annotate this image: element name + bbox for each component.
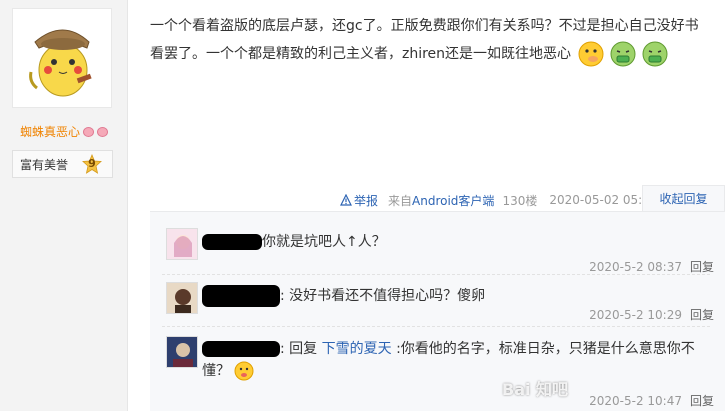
reply-avatar[interactable] — [166, 282, 198, 314]
collapse-replies-button[interactable]: 收起回复 — [642, 185, 725, 211]
user-avatar[interactable] — [12, 8, 112, 108]
report-label[interactable]: 举报 — [354, 192, 378, 209]
reply-divider — [162, 274, 710, 275]
source-prefix: 来自 — [388, 193, 413, 208]
reply-button[interactable]: 回复 — [690, 394, 714, 408]
reply-content: : 回复 下雪的夏天 :你看他的名字，标准日杂，只猪是什么意思你不懂？ — [202, 338, 712, 382]
reply-text: : 没好书看还不值得担心吗？傻卵 — [280, 288, 486, 304]
reply-item: : 回复 下雪的夏天 :你看他的名字，标准日杂，只猪是什么意思你不懂？ 2020… — [162, 336, 718, 412]
redacted-username — [202, 285, 280, 307]
report-link[interactable]: 举报 — [340, 192, 378, 209]
user-title-badge[interactable]: 富有美誉 9 — [12, 150, 113, 178]
reply-time: 2020-5-2 10:47 — [589, 394, 682, 408]
level-badge: 9 — [82, 153, 102, 174]
redacted-username — [202, 234, 262, 250]
warning-icon — [340, 194, 352, 206]
reply-text: 你就是坑吧人↑人？ — [262, 234, 386, 250]
reply-button[interactable]: 回复 — [690, 308, 714, 322]
reply-avatar[interactable] — [166, 228, 198, 260]
shush-emoji-icon — [578, 41, 603, 67]
dark-character-avatar-icon — [167, 283, 197, 313]
pig-badge-icon — [97, 126, 109, 137]
reply-target-user-link[interactable]: 下雪的夏天 — [322, 341, 392, 357]
reply-meta: 2020-5-2 10:29 回复 — [589, 306, 714, 323]
tongue-emoji-icon — [234, 361, 254, 381]
reply-item: 你就是坑吧人↑人？ 2020-5-2 08:37 回复 — [162, 228, 718, 280]
reply-meta: 2020-5-2 10:47 回复 — [589, 392, 714, 409]
username[interactable]: 蜘蛛真恶心 — [20, 123, 109, 140]
reply-prefix: : 回复 — [280, 341, 322, 357]
pikachu-detective-avatar-icon — [29, 29, 92, 97]
sick-emoji-icon — [642, 41, 668, 67]
post-content: 一个个看着盗版的底层卢瑟，还gc了。正版免费跟你们有关系吗？不过是担心自己没好书… — [150, 12, 710, 68]
reply-avatar[interactable] — [166, 336, 198, 368]
floor-number: 130楼 — [502, 193, 538, 208]
username-text[interactable]: 蜘蛛真恶心 — [20, 123, 80, 140]
reply-list: 你就是坑吧人↑人？ 2020-5-2 08:37 回复 : 没好书看还不值得担心吗… — [150, 211, 725, 411]
post-source: 来自Android客户端 — [388, 192, 494, 209]
user-title-text: 富有美誉 — [20, 157, 69, 172]
sick-emoji-icon — [610, 41, 636, 67]
watermark-text: Bai 知吧 — [502, 380, 569, 399]
pig-badge-icon — [83, 126, 95, 137]
source-client-link[interactable]: Android客户端 — [412, 194, 494, 208]
reply-content: 你就是坑吧人↑人？ — [202, 230, 712, 254]
reply-time: 2020-5-2 10:29 — [589, 308, 682, 322]
reply-divider — [162, 326, 710, 327]
level-number: 9 — [88, 157, 96, 170]
baidu-watermark: Bai 知吧 — [502, 376, 568, 400]
character-avatar-icon — [167, 337, 197, 367]
anime-girl-avatar-icon — [167, 229, 197, 259]
post-tail: 举报 来自Android客户端 130楼 2020-05-02 05:43 收起… — [340, 185, 725, 211]
reply-meta: 2020-5-2 08:37 回复 — [589, 258, 714, 275]
author-sidebar: 蜘蛛真恶心 富有美誉 9 — [0, 0, 128, 411]
reply-content: : 没好书看还不值得担心吗？傻卵 — [202, 284, 712, 308]
redacted-username — [202, 341, 280, 357]
reply-time: 2020-5-2 08:37 — [589, 260, 682, 274]
reply-button[interactable]: 回复 — [690, 260, 714, 274]
